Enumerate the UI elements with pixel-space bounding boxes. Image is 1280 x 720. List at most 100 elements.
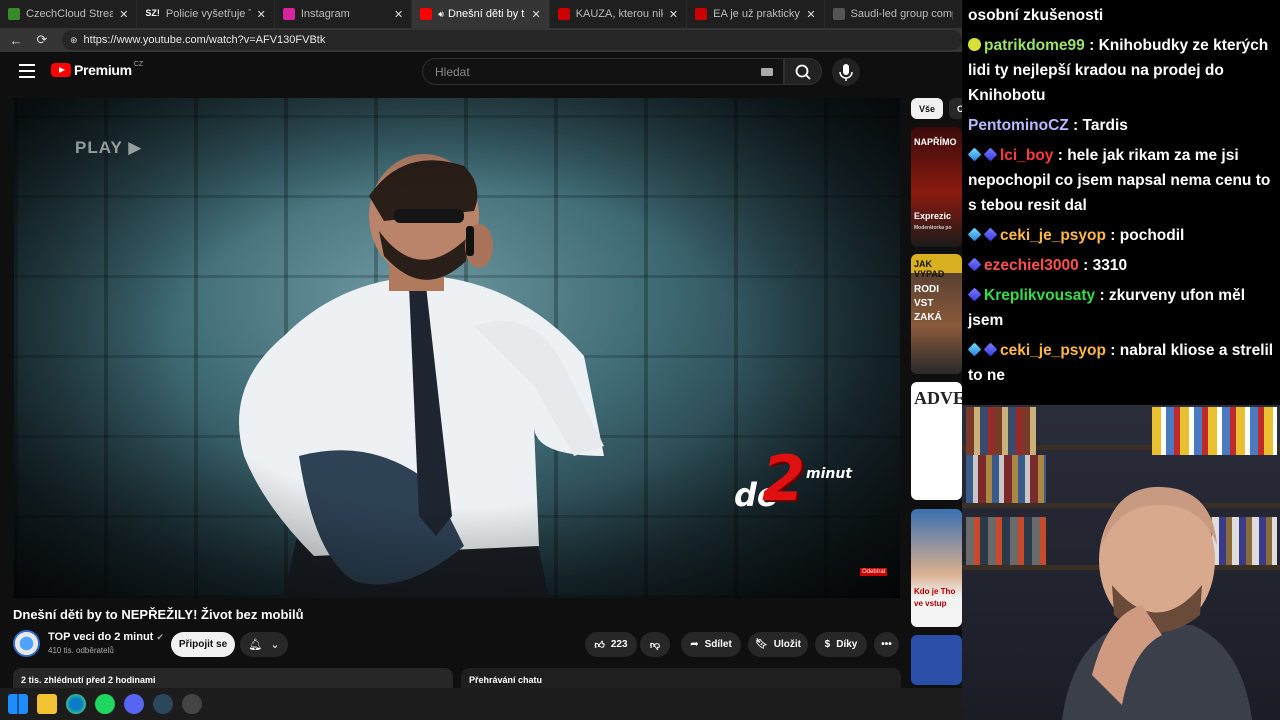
youtube-header: Premium CZ Hledat — [0, 52, 962, 92]
blue-badge-icon — [983, 227, 998, 242]
logo-text: Premium — [74, 62, 132, 78]
tab-favicon-icon — [695, 8, 708, 20]
browser-tab[interactable]: Saudi-led group complet — [825, 0, 962, 28]
cyan-badge-icon — [967, 342, 982, 357]
thanks-button[interactable]: $ Díky — [815, 632, 867, 657]
chat-username: lci_boy — [1000, 147, 1054, 164]
like-button[interactable]: 👍︎ 223 — [585, 632, 637, 657]
hamburger-menu-icon[interactable] — [19, 64, 35, 78]
windows-taskbar — [0, 688, 962, 720]
chat-message: lci_boy : hele jak rikam za me jsi nepoc… — [967, 147, 1271, 214]
channel-avatar[interactable] — [13, 630, 40, 657]
blue-badge-icon — [983, 147, 998, 162]
notifications-button[interactable]: 🔔︎ ⌄ — [240, 632, 288, 657]
browser-tab[interactable]: KAUZA, kterou nikdo NECHÁ ✕ — [550, 0, 688, 28]
discord-icon[interactable] — [124, 694, 144, 714]
microphone-icon — [839, 64, 853, 81]
tab-close-icon[interactable]: ✕ — [257, 8, 266, 21]
bell-icon: 🔔︎ — [248, 639, 263, 651]
chat-message: Kreplikvousaty : zkurveny ufon měl jsem — [967, 287, 1246, 329]
recommended-video-thumbnail[interactable]: NAPŘÍMO Exprezic Moderátorka po — [911, 127, 962, 247]
streamer-person — [1062, 486, 1252, 720]
recommended-video-thumbnail[interactable]: Kdo je Tho ve vstup — [911, 509, 962, 627]
thumbs-up-icon: 👍︎ — [594, 639, 605, 651]
tab-favicon-icon — [420, 8, 433, 20]
share-button[interactable]: ➦ Sdílet — [681, 632, 741, 657]
windows-start-icon[interactable] — [8, 694, 28, 714]
chat-message: ezechiel3000 : 3310 — [967, 253, 1274, 278]
video-title: Dnešní děti by to NEPŘEŽILY! Život bez m… — [13, 607, 304, 622]
tab-close-icon[interactable]: ✕ — [394, 8, 403, 21]
spotify-icon[interactable] — [95, 694, 115, 714]
search-placeholder: Hledat — [435, 64, 470, 79]
join-button[interactable]: Připojit se — [171, 632, 235, 657]
browser-tab[interactable]: EA je už prakticky saúdská. E ✕ — [687, 0, 825, 28]
voice-search-button[interactable] — [832, 58, 860, 86]
subscriber-count: 410 tis. odběratelů — [48, 646, 114, 655]
browser-tab[interactable]: Instagram ✕ — [275, 0, 413, 28]
reload-icon[interactable]: ⟳ — [32, 32, 52, 48]
chat-username: ceki_je_psyop — [1000, 342, 1106, 359]
description-box[interactable]: 2 tis. zhlédnutí před 2 hodinami — [13, 668, 453, 688]
chat-message: ceki_je_psyop : nabral kliose a strelil … — [967, 342, 1274, 384]
chat-text: 3310 — [1092, 257, 1128, 274]
browser-tab-bar: CzechCloud Stream - Watch ✕ SZ! Policie vyš… — [0, 0, 962, 28]
tab-close-icon[interactable]: ✕ — [806, 8, 815, 21]
youtube-page: Premium CZ Hledat PLAY ▶ do 2 minut Odeb… — [0, 52, 962, 688]
channel-name[interactable]: TOP veci do 2 minut ✔ — [48, 631, 164, 643]
edge-browser-icon[interactable] — [66, 694, 86, 714]
search-input[interactable]: Hledat — [422, 58, 784, 85]
blue-badge-icon — [967, 287, 982, 302]
search-button[interactable] — [784, 58, 822, 85]
tab-close-icon[interactable]: ✕ — [669, 8, 678, 21]
steam-icon[interactable] — [153, 694, 173, 714]
cyan-badge-icon — [967, 147, 982, 162]
subscribe-watermark: Odebírat — [860, 568, 888, 576]
tab-favicon-icon — [8, 8, 20, 20]
more-actions-button[interactable]: ••• — [874, 632, 899, 657]
lime-badge-icon — [968, 38, 981, 51]
back-icon[interactable]: ← — [6, 33, 26, 48]
tab-audio-icon[interactable]: 🔊︎ — [438, 9, 444, 20]
streamer-webcam — [962, 405, 1280, 720]
browser-address-bar: ← ⟳ ⊕ https://www.youtube.com/watch?v=AF… — [0, 28, 962, 52]
tab-favicon-icon — [557, 8, 570, 20]
blue-badge-icon — [967, 257, 982, 272]
recommendation-chips: Vše O — [911, 98, 962, 119]
search-icon — [795, 64, 811, 80]
chat-message: ceki_je_psyop : pochodil — [967, 223, 1274, 248]
chat-replay-panel[interactable]: Přehrávání chatu — [461, 668, 901, 688]
chat-text: Tardis — [1082, 117, 1128, 134]
recommended-video-thumbnail[interactable]: JAK VYPAD RODI VST ZAKÁ — [911, 254, 962, 374]
browser-tab[interactable]: 🔊︎Dnešní děti by to NEPŘEŽ ✕ — [412, 0, 550, 28]
super-thanks-icon: $ — [824, 639, 831, 650]
tab-close-icon[interactable]: ✕ — [119, 8, 128, 21]
save-button[interactable]: 🔖︎ Uložit — [748, 632, 808, 657]
share-arrow-icon: ➦ — [690, 639, 699, 650]
chip-other[interactable]: O — [949, 98, 962, 119]
browser-tab[interactable]: CzechCloud Stream - Watch ✕ — [0, 0, 138, 28]
chat-text: pochodil — [1119, 227, 1185, 244]
tab-favicon-icon — [282, 8, 295, 20]
recommended-video-thumbnail[interactable] — [911, 635, 962, 685]
recommended-video-thumbnail[interactable]: ADVE — [911, 382, 962, 500]
keyboard-icon[interactable] — [761, 68, 773, 76]
chat-username: patrikdome99 — [984, 37, 1085, 54]
file-explorer-icon[interactable] — [37, 694, 57, 714]
url-text: https://www.youtube.com/watch?v=AFV130FV… — [83, 34, 326, 46]
tab-title: Dnešní děti by to NEPŘEŽ — [447, 8, 526, 20]
youtube-premium-logo[interactable]: Premium CZ — [51, 61, 143, 78]
chat-username: ceki_je_psyop — [1000, 227, 1106, 244]
video-player[interactable]: PLAY ▶ do 2 minut Odebírat — [14, 98, 900, 598]
youtube-play-logo-icon — [51, 63, 71, 77]
tab-title: KAUZA, kterou nikdo NECHÁ — [575, 8, 663, 20]
chip-all[interactable]: Vše — [911, 98, 944, 119]
dislike-button[interactable]: 👎︎ — [640, 632, 670, 657]
cyan-badge-icon — [967, 227, 982, 242]
like-count: 223 — [610, 639, 628, 650]
tab-close-icon[interactable]: ✕ — [531, 8, 540, 21]
tab-favicon-icon: SZ! — [145, 8, 160, 18]
url-field[interactable]: ⊕ https://www.youtube.com/watch?v=AFV130… — [62, 30, 962, 50]
browser-tab[interactable]: SZ! Policie vyšetřuje Turkovu neh ✕ — [137, 0, 275, 28]
app-icon[interactable] — [182, 694, 202, 714]
